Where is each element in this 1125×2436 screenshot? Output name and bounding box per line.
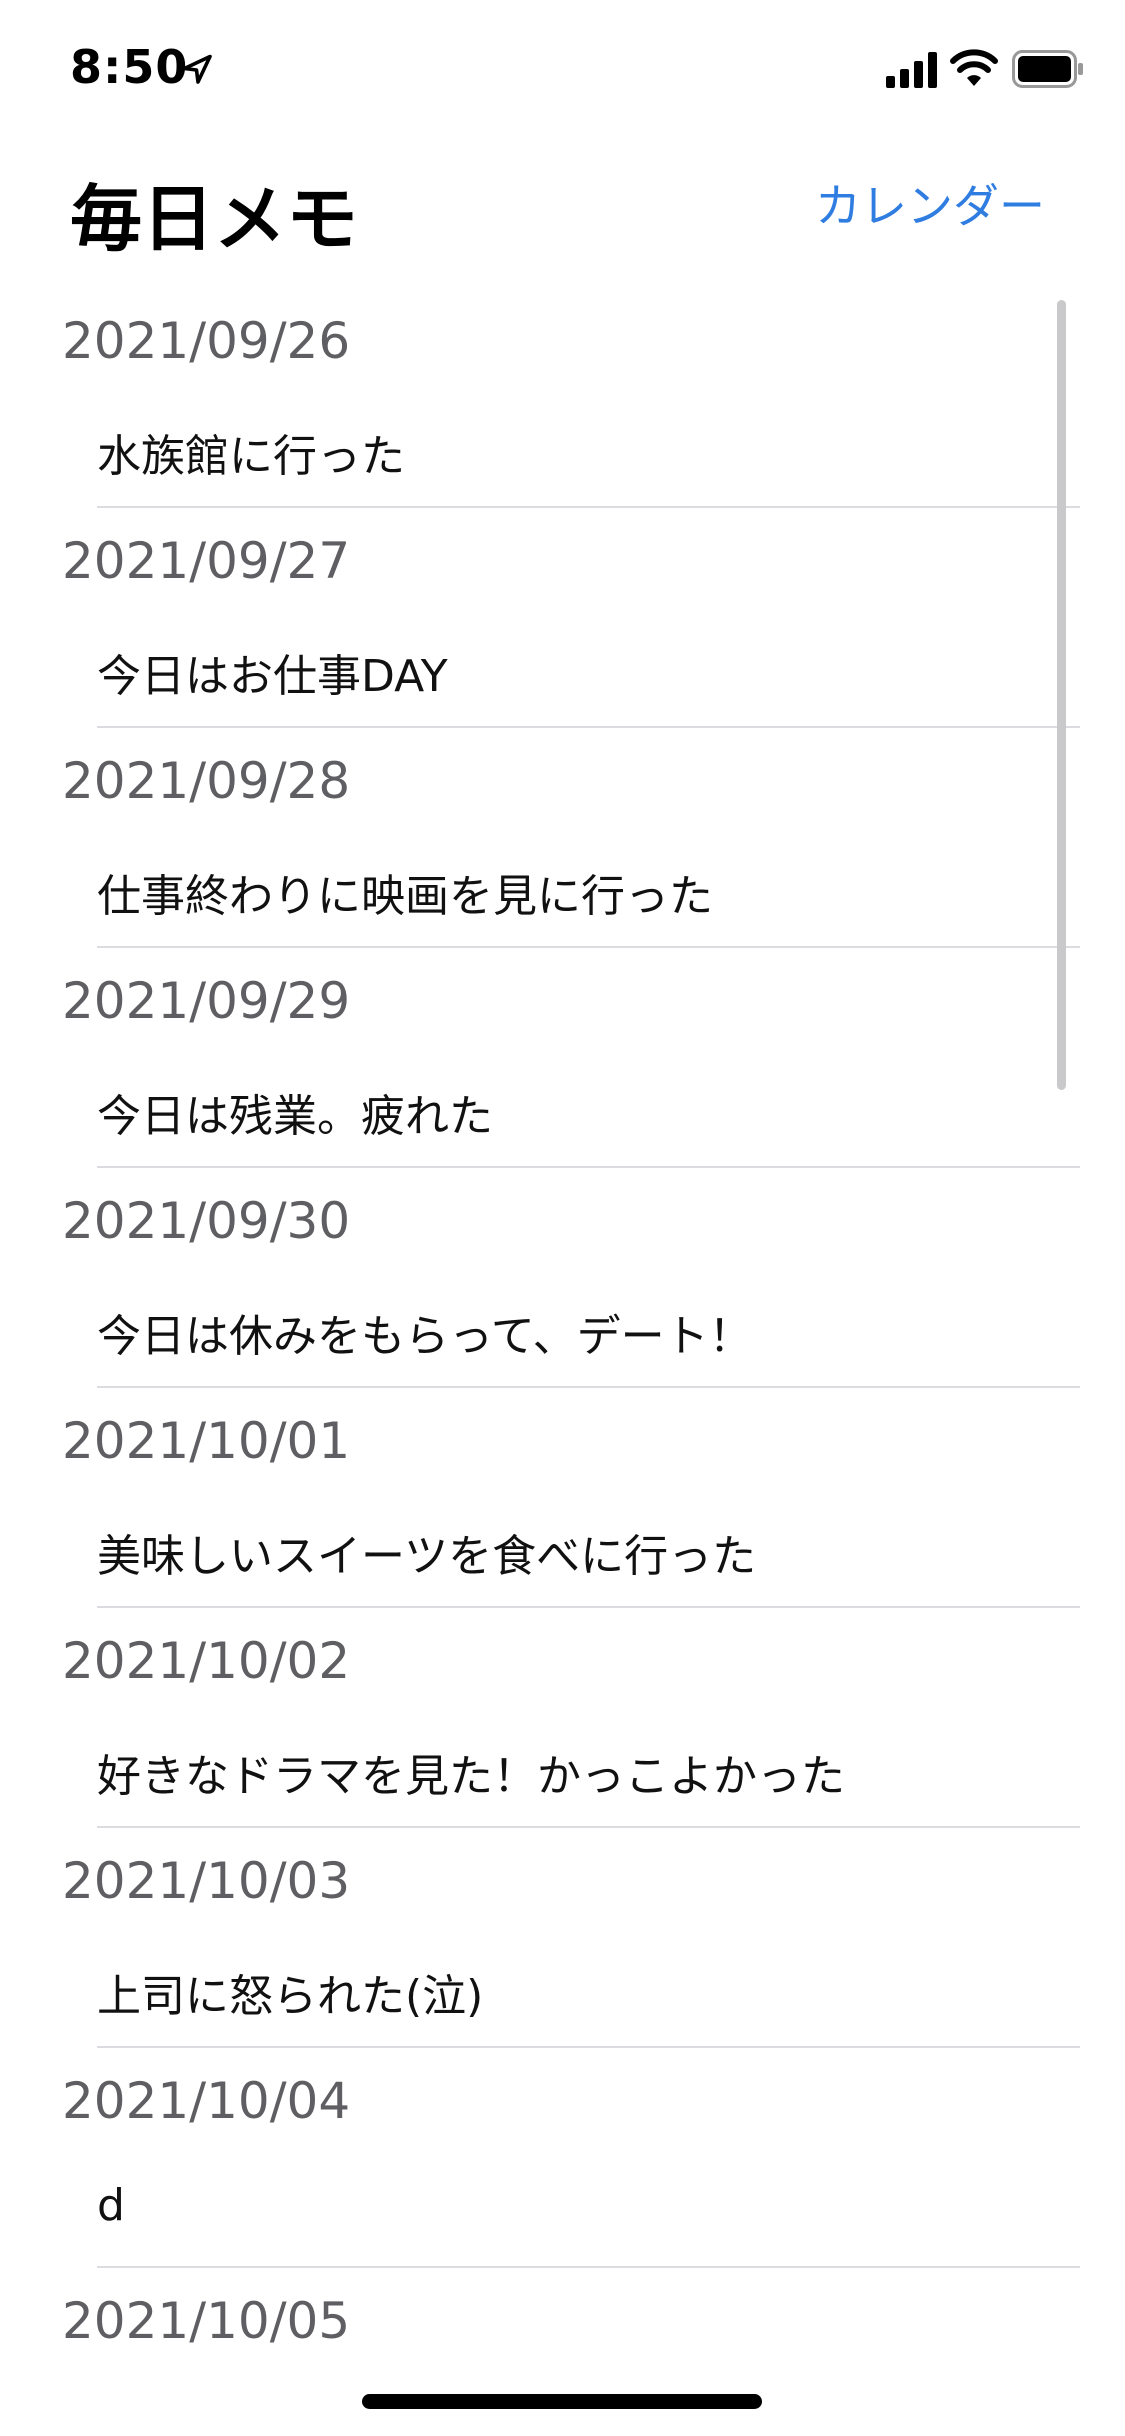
memo-text: 上司に怒られた(泣)	[97, 1971, 484, 2022]
calendar-button[interactable]: カレンダー	[815, 170, 1045, 236]
section-date-header: 2021/09/29	[62, 972, 351, 1030]
section-date-header: 2021/10/02	[62, 1632, 351, 1690]
wifi-icon	[950, 49, 998, 86]
cellular-signal-icon	[886, 52, 937, 88]
section-date-header: 2021/10/04	[62, 2072, 351, 2130]
memo-text: 仕事終わりに映画を見に行った	[97, 871, 713, 922]
memo-text: d	[97, 2180, 125, 2231]
memo-list[interactable]: 2021/09/26 水族館に行った 2021/09/27 今日はお仕事DAY …	[0, 290, 1125, 2400]
list-section: 2021/09/29 今日は残業。疲れた	[0, 950, 1125, 1170]
list-section: 2021/09/26 水族館に行った	[0, 290, 1125, 510]
section-date-header: 2021/10/01	[62, 1412, 351, 1470]
list-section: 2021/09/28 仕事終わりに映画を見に行った	[0, 730, 1125, 950]
navigation-bar: 毎日メモ カレンダー	[0, 140, 1125, 270]
memo-text: 今日は残業。疲れた	[97, 1091, 493, 1142]
memo-row[interactable]: 美味しいスイーツを食べに行った	[0, 1500, 1125, 1608]
row-separator	[97, 1826, 1080, 1828]
list-section: 2021/10/05 d	[0, 2270, 1125, 2400]
row-separator	[97, 2266, 1080, 2268]
section-date-header: 2021/09/26	[62, 312, 351, 370]
list-section: 2021/09/27 今日はお仕事DAY	[0, 510, 1125, 730]
status-time: 8:50	[70, 40, 189, 94]
row-separator	[97, 506, 1080, 508]
row-separator	[97, 2046, 1080, 2048]
list-section: 2021/10/02 好きなドラマを見た！かっこよかった	[0, 1610, 1125, 1830]
memo-row[interactable]: 今日はお仕事DAY	[0, 620, 1125, 728]
memo-text: 美味しいスイーツを食べに行った	[97, 1531, 757, 1582]
home-indicator[interactable]	[362, 2394, 762, 2409]
section-date-header: 2021/10/05	[62, 2292, 351, 2350]
row-separator	[97, 726, 1080, 728]
row-separator	[97, 1386, 1080, 1388]
row-separator	[97, 1166, 1080, 1168]
memo-row[interactable]: d	[0, 2160, 1125, 2268]
memo-row[interactable]: 仕事終わりに映画を見に行った	[0, 840, 1125, 948]
battery-icon	[1012, 50, 1083, 88]
page-title: 毎日メモ	[70, 177, 359, 261]
vertical-scrollbar[interactable]	[1057, 300, 1066, 1090]
memo-row[interactable]: 今日は残業。疲れた	[0, 1060, 1125, 1168]
memo-row[interactable]: 今日は休みをもらって、デート！	[0, 1280, 1125, 1388]
list-section: 2021/09/30 今日は休みをもらって、デート！	[0, 1170, 1125, 1390]
location-arrow-icon	[182, 54, 212, 84]
memo-row[interactable]: 水族館に行った	[0, 400, 1125, 508]
list-section: 2021/10/01 美味しいスイーツを食べに行った	[0, 1390, 1125, 1610]
section-date-header: 2021/09/27	[62, 532, 351, 590]
list-section: 2021/10/04 d	[0, 2050, 1125, 2270]
row-separator	[97, 946, 1080, 948]
memo-text: 水族館に行った	[97, 431, 405, 482]
memo-text: 今日はお仕事DAY	[97, 651, 448, 702]
section-date-header: 2021/10/03	[62, 1852, 351, 1910]
row-separator	[97, 1606, 1080, 1608]
status-bar: 8:50	[0, 0, 1125, 130]
memo-text: 好きなドラマを見た！かっこよかった	[97, 1751, 845, 1802]
memo-text: 今日は休みをもらって、デート！	[97, 1311, 753, 1362]
section-date-header: 2021/09/30	[62, 1192, 351, 1250]
list-section: 2021/10/03 上司に怒られた(泣)	[0, 1830, 1125, 2050]
memo-row[interactable]: 上司に怒られた(泣)	[0, 1940, 1125, 2048]
memo-row[interactable]: 好きなドラマを見た！かっこよかった	[0, 1720, 1125, 1828]
section-date-header: 2021/09/28	[62, 752, 351, 810]
